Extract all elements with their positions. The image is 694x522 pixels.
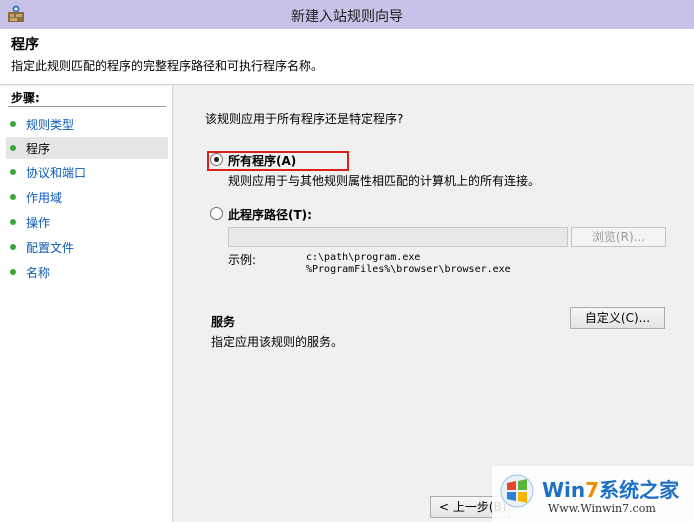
steps-title: 步骤: bbox=[11, 91, 40, 105]
program-path-input[interactable] bbox=[228, 227, 568, 247]
program-path-label[interactable]: 此程序路径(T): bbox=[228, 206, 312, 223]
highlight-annotation bbox=[207, 151, 349, 171]
example-label: 示例: bbox=[228, 253, 257, 267]
steps-divider bbox=[8, 106, 166, 107]
customize-button[interactable]: 自定义(C)... bbox=[570, 307, 665, 329]
step-label: 名称 bbox=[26, 265, 51, 280]
title-bar: 新建入站规则向导 bbox=[0, 0, 694, 29]
step-dot-icon bbox=[10, 219, 16, 225]
step-dot-icon bbox=[10, 244, 16, 250]
browse-button[interactable]: 浏览(R)... bbox=[571, 227, 666, 247]
step-label: 协议和端口 bbox=[26, 165, 87, 180]
program-path-radio[interactable] bbox=[210, 207, 223, 220]
windows-flag-icon bbox=[500, 474, 534, 508]
step-scope[interactable]: 作用域 bbox=[6, 186, 168, 208]
step-label: 操作 bbox=[26, 215, 51, 230]
watermark-url: Www.Winwin7.com bbox=[548, 502, 656, 515]
watermark-title: Win7系统之家 bbox=[542, 474, 679, 503]
step-action[interactable]: 操作 bbox=[6, 211, 168, 233]
step-label: 规则类型 bbox=[26, 117, 75, 132]
page-title: 程序 bbox=[11, 37, 39, 53]
watermark-num: 7 bbox=[585, 478, 600, 502]
step-label: 程序 bbox=[26, 141, 51, 156]
watermark-cn: 系统之家 bbox=[599, 478, 680, 502]
step-profile[interactable]: 配置文件 bbox=[6, 236, 168, 258]
step-label: 作用域 bbox=[26, 190, 63, 205]
question-text: 该规则应用于所有程序还是特定程序? bbox=[205, 112, 404, 126]
step-protocol-port[interactable]: 协议和端口 bbox=[6, 161, 168, 183]
step-rule-type[interactable]: 规则类型 bbox=[6, 113, 168, 135]
watermark-win: Win bbox=[542, 478, 586, 502]
step-dot-icon bbox=[10, 169, 16, 175]
example-path-1: c:\path\program.exe bbox=[306, 252, 421, 263]
page-header: 程序 指定此规则匹配的程序的完整程序路径和可执行程序名称。 bbox=[0, 29, 694, 85]
example-path-2: %ProgramFiles%\browser\browser.exe bbox=[306, 264, 511, 275]
step-program[interactable]: 程序 bbox=[6, 137, 168, 159]
step-label: 配置文件 bbox=[26, 240, 75, 255]
step-dot-icon bbox=[10, 145, 16, 151]
page-description: 指定此规则匹配的程序的完整程序路径和可执行程序名称。 bbox=[11, 59, 324, 73]
wizard-content: 该规则应用于所有程序还是特定程序? 所有程序(A) 规则应用于与其他规则属性相匹… bbox=[174, 86, 694, 522]
steps-sidebar: 步骤: 规则类型 程序 协议和端口 作用域 操作 配置文件 名称 bbox=[0, 86, 173, 522]
step-dot-icon bbox=[10, 121, 16, 127]
all-programs-description: 规则应用于与其他规则属性相匹配的计算机上的所有连接。 bbox=[228, 174, 541, 188]
example-paths: c:\path\program.exe %ProgramFiles%\brows… bbox=[306, 252, 511, 276]
window-title: 新建入站规则向导 bbox=[291, 9, 403, 25]
services-description: 指定应用该规则的服务。 bbox=[211, 335, 344, 349]
step-dot-icon bbox=[10, 269, 16, 275]
watermark-logo: Win7系统之家 Www.Winwin7.com bbox=[492, 466, 694, 522]
step-name[interactable]: 名称 bbox=[6, 261, 168, 283]
services-title: 服务 bbox=[211, 315, 236, 329]
step-dot-icon bbox=[10, 194, 16, 200]
